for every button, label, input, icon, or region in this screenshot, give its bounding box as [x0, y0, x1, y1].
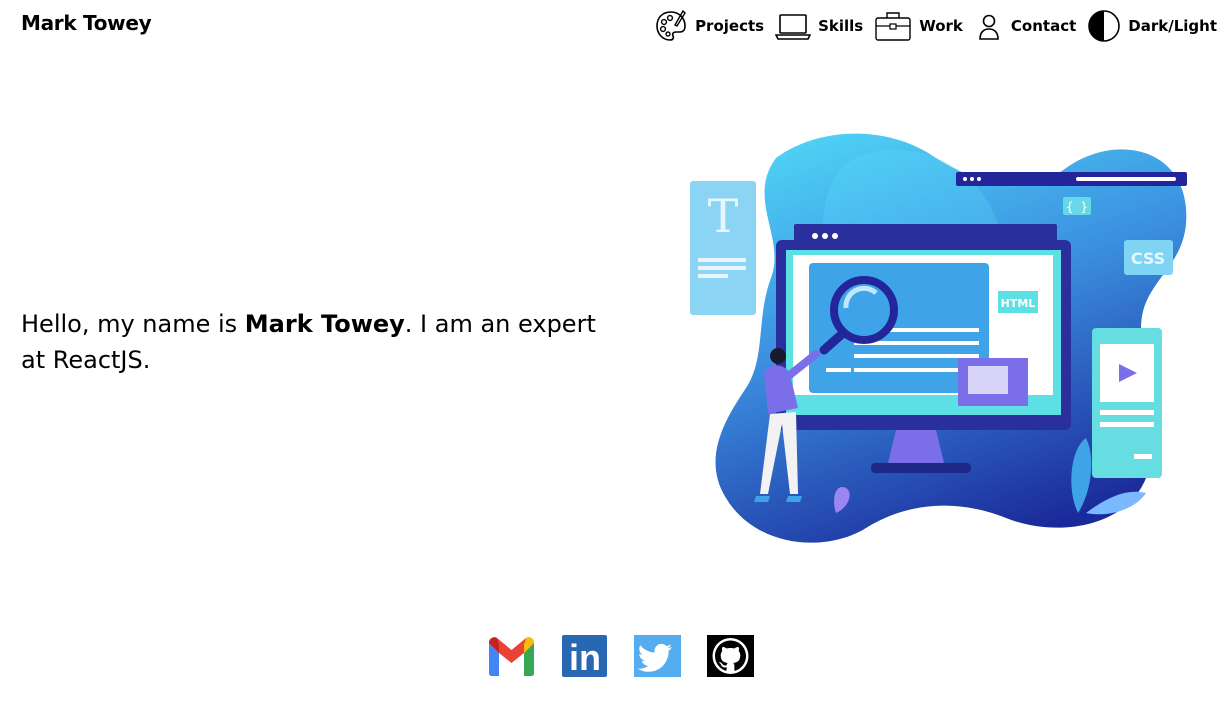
nav-item-skills[interactable]: Skills [775, 11, 874, 41]
nav-label-dark-light: Dark/Light [1128, 17, 1217, 35]
site-brand[interactable]: Mark Towey [21, 11, 152, 35]
video-card [1092, 328, 1162, 478]
hero-illustration: T { } CSS HTML [690, 133, 1187, 543]
hero-greeting: Hello, my name is [21, 310, 245, 338]
nav-label-skills: Skills [818, 17, 864, 35]
briefcase-icon [874, 9, 912, 43]
hero-intro: Hello, my name is Mark Towey. I am an ex… [21, 306, 606, 378]
gmail-link[interactable] [488, 635, 535, 677]
hero-name: Mark Towey [244, 310, 405, 338]
text-card: T [690, 181, 756, 315]
person-icon [974, 11, 1004, 41]
gmail-icon [489, 637, 534, 676]
github-link[interactable] [707, 635, 754, 677]
laptop-icon [775, 11, 812, 41]
braces-tag: { } [1063, 197, 1091, 215]
nav-item-projects[interactable]: Projects [654, 9, 775, 43]
nav-label-contact: Contact [1010, 17, 1077, 35]
nav-item-work[interactable]: Work [874, 9, 974, 43]
nav-item-contact[interactable]: Contact [974, 11, 1087, 41]
text-card-letter: T [708, 189, 739, 243]
braces-label: { } [1066, 200, 1088, 214]
css-tag: CSS [1124, 240, 1173, 275]
twitter-icon [634, 635, 681, 677]
contrast-icon [1087, 9, 1121, 43]
linkedin-link[interactable]: in [561, 635, 608, 677]
html-label: HTML [1001, 297, 1036, 310]
top-navigation: Projects Skills Work Contact Dark/Light [654, 8, 1217, 44]
linkedin-icon: in [562, 635, 607, 677]
nav-label-work: Work [919, 17, 963, 35]
nav-label-projects: Projects [695, 17, 765, 35]
nav-item-dark-light-toggle[interactable]: Dark/Light [1087, 9, 1217, 43]
palette-icon [654, 9, 688, 43]
github-icon [707, 635, 754, 677]
linkedin-glyph: in [569, 637, 601, 677]
css-label: CSS [1131, 249, 1165, 268]
top-browser-bar [956, 172, 1187, 186]
twitter-link[interactable] [634, 635, 681, 677]
social-links: in [488, 635, 754, 677]
